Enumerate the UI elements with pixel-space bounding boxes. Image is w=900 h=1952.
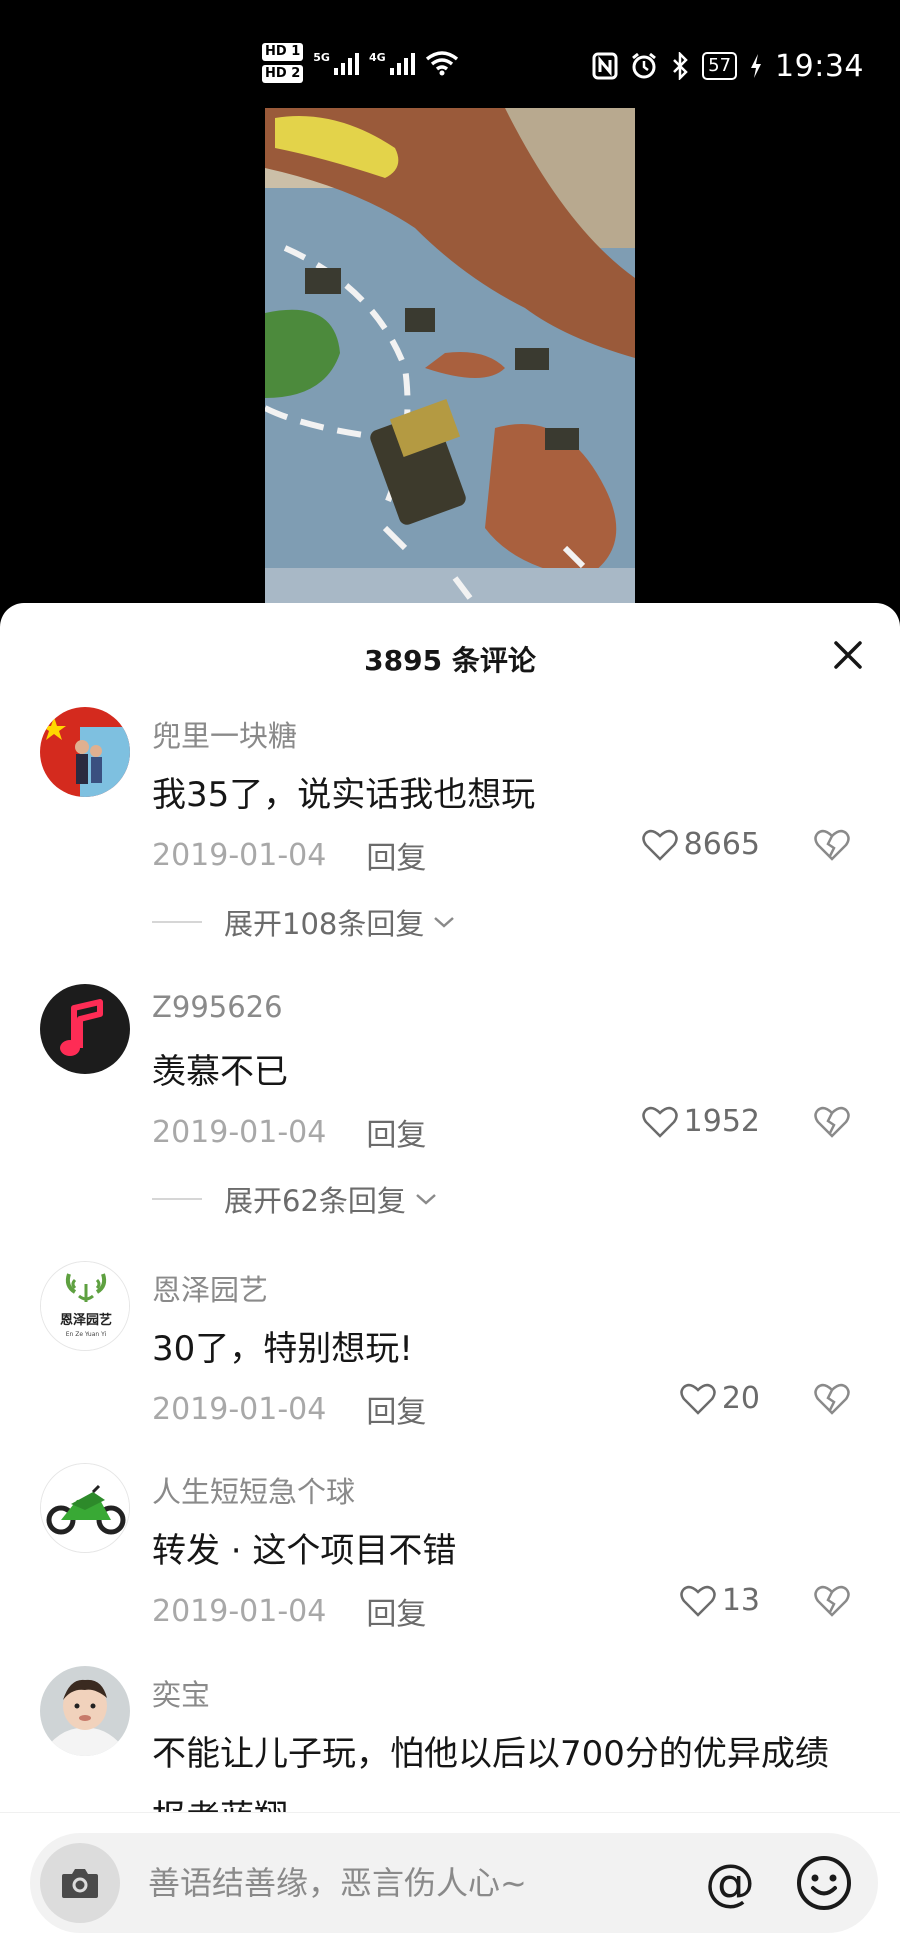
mention-button[interactable]: @ xyxy=(700,1855,760,1915)
signal-5g-icon: 5G xyxy=(313,51,359,75)
like-button[interactable]: 20 xyxy=(680,1381,760,1416)
avatar[interactable] xyxy=(40,1666,130,1756)
comment-username[interactable]: Z995626 xyxy=(152,990,283,1024)
comment-username[interactable]: 恩泽园艺 xyxy=(152,1267,268,1309)
nfc-icon xyxy=(592,52,618,80)
hd-sim1-badge: HD 1 xyxy=(262,43,304,61)
construction-scene-image: 师 xyxy=(265,108,635,608)
comment-input-placeholder[interactable]: 善语结善缘，恶言伤人心~ xyxy=(148,1833,527,1933)
heart-outline-icon xyxy=(641,1106,678,1138)
heart-outline-icon xyxy=(680,1383,716,1415)
network-indicators: HD 1 HD 2 5G 4G xyxy=(262,38,459,88)
comment-input-field[interactable]: 善语结善缘，恶言伤人心~ @ xyxy=(30,1833,878,1933)
broken-heart-icon[interactable] xyxy=(814,827,850,863)
reply-button[interactable]: 回复 xyxy=(366,833,426,877)
bluetooth-icon xyxy=(673,52,688,80)
comment-text: 羡慕不已 xyxy=(152,1052,288,1092)
comment-input-bar: 善语结善缘，恶言伤人心~ @ xyxy=(0,1812,900,1952)
like-count: 8665 xyxy=(683,827,760,862)
broken-heart-icon[interactable] xyxy=(814,1381,850,1417)
avatar[interactable] xyxy=(40,1463,130,1553)
video-player[interactable]: 师 xyxy=(0,108,900,608)
battery-indicator: 57 xyxy=(702,52,738,80)
emoji-icon[interactable] xyxy=(794,1853,854,1913)
chevron-down-icon xyxy=(434,917,455,928)
avatar[interactable] xyxy=(40,707,130,797)
heart-outline-icon xyxy=(680,1585,716,1617)
like-button[interactable]: 1952 xyxy=(641,1104,760,1139)
broken-heart-icon[interactable] xyxy=(814,1583,850,1619)
like-count: 1952 xyxy=(683,1104,760,1139)
comment-username[interactable]: 人生短短急个球 xyxy=(152,1469,355,1511)
reply-button[interactable]: 回复 xyxy=(366,1387,426,1431)
comments-panel: 3895 条评论 兜里一块糖 我35了，说实话我也想玩 2019-01-04 回… xyxy=(0,603,900,1952)
comment-username[interactable]: 奕宝 xyxy=(152,1672,210,1714)
hd-sim2-badge: HD 2 xyxy=(262,65,304,83)
chevron-down-icon xyxy=(416,1194,436,1205)
expand-replies-button[interactable]: 展开62条回复 xyxy=(152,1178,440,1220)
comments-count-title: 3895 条评论 xyxy=(364,644,536,677)
camera-icon xyxy=(62,1869,98,1898)
clock-time: 19:34 xyxy=(775,48,864,84)
comment-text: 转发 · 这个项目不错 xyxy=(152,1531,457,1571)
alarm-icon xyxy=(632,52,657,79)
expand-replies-button[interactable]: 展开108条回复 xyxy=(152,901,458,943)
like-button[interactable]: 8665 xyxy=(641,827,760,862)
wifi-icon xyxy=(425,51,458,76)
broken-heart-icon[interactable] xyxy=(814,1104,850,1140)
heart-outline-icon xyxy=(641,829,678,861)
video-thumbnail: 师 xyxy=(265,108,635,608)
svg-text:恩泽园艺: 恩泽园艺 xyxy=(60,1312,112,1328)
charging-icon xyxy=(751,54,762,78)
camera-button[interactable] xyxy=(40,1843,120,1923)
svg-text:En Ze Yuan Yi: En Ze Yuan Yi xyxy=(66,1331,107,1338)
comment-date: 2019-01-04 xyxy=(152,1593,327,1629)
status-bar: HD 1 HD 2 5G 4G 57 19:34 xyxy=(0,0,900,108)
comment-date: 2019-01-04 xyxy=(152,1391,327,1427)
like-count: 20 xyxy=(721,1381,760,1416)
close-icon[interactable] xyxy=(826,633,870,677)
like-button[interactable]: 13 xyxy=(680,1583,760,1618)
like-count: 13 xyxy=(721,1583,760,1618)
comment-date: 2019-01-04 xyxy=(152,837,327,873)
avatar[interactable]: 恩泽园艺 En Ze Yuan Yi xyxy=(40,1261,130,1351)
comment-text: 我35了，说实话我也想玩 xyxy=(152,775,536,815)
signal-4g-icon: 4G xyxy=(369,51,415,75)
avatar[interactable] xyxy=(40,984,130,1074)
reply-button[interactable]: 回复 xyxy=(366,1589,426,1633)
reply-button[interactable]: 回复 xyxy=(366,1110,426,1154)
comment-username[interactable]: 兜里一块糖 xyxy=(152,713,297,755)
comment-text: 30了，特别想玩! xyxy=(152,1329,413,1369)
comment-date: 2019-01-04 xyxy=(152,1114,327,1150)
